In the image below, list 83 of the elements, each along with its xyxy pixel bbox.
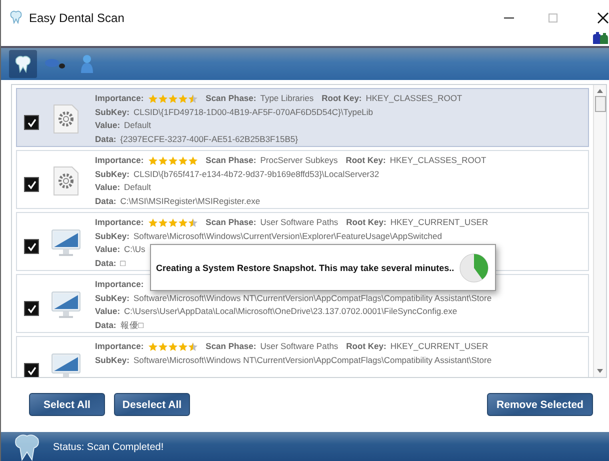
tooth-icon: [13, 54, 33, 74]
scan-phase-value: User Software Paths: [260, 340, 338, 353]
dialog-message: Creating a System Restore Snapshot. This may take several minutes..: [156, 262, 454, 272]
deselect-all-button[interactable]: Deselect All: [114, 393, 190, 416]
scrollbar[interactable]: [593, 85, 606, 377]
subkey-label: SubKey:: [95, 292, 130, 305]
checkbox[interactable]: [24, 301, 39, 316]
root-key-label: Root Key:: [346, 154, 386, 167]
value-label: Value:: [95, 243, 120, 256]
bottles-icon: [591, 31, 609, 45]
window-title: Easy Dental Scan: [29, 11, 124, 25]
subkey-value: CLSID\{b765f417-e134-4b72-9d37-9b169e8ffd53}\LocalServer32: [133, 168, 380, 181]
scan-phase-label: Scan Phase:: [206, 92, 256, 105]
check-icon: [26, 242, 36, 252]
root-key-label: Root Key:: [346, 340, 386, 353]
checkbox[interactable]: [24, 363, 39, 377]
scan-phase-value: ProcServer Subkeys: [260, 154, 338, 167]
importance-label: Importance:: [95, 216, 144, 229]
mouse-icon: [44, 57, 66, 71]
value-text: C:\Us: [124, 243, 146, 256]
checkbox[interactable]: [24, 239, 39, 254]
check-icon: [26, 180, 36, 190]
data-label: Data:: [95, 256, 116, 270]
scroll-up-icon[interactable]: [596, 88, 604, 94]
status-text: Status: Scan Completed!: [53, 442, 164, 452]
monitor-icon: [51, 228, 81, 258]
scan-phase-label: Scan Phase:: [206, 340, 256, 353]
subkey-label: SubKey:: [95, 230, 130, 243]
value-text: C:\Users\User\AppData\Local\Microsoft\OneDrive\23.137.0702.0001\FileSyncConfig.exe: [124, 305, 458, 318]
figure-icon: [79, 54, 95, 74]
check-icon: [26, 118, 36, 128]
importance-label: Importance:: [95, 278, 144, 291]
root-key-value: HKEY_CLASSES_ROOT: [390, 154, 486, 167]
subkey-value: Software\Microsoft\Windows\CurrentVersion\Explorer\FeatureUsage\AppSwitched: [133, 230, 442, 243]
value-text: Default: [124, 181, 151, 194]
gear-icon: [52, 166, 80, 196]
result-row[interactable]: Importance: Scan Phase: ProcServer Subkeys Root Key: HKEY_CLASSES_ROOT SubKey: CLSID\{b765f417-e134-4b72-9d37-9b169e8ffd53}\LocalServer32 Value: Default Data: C:\MSI\MSIRegister\MSIRegister.exe: [16, 150, 589, 209]
importance-label: Importance:: [95, 154, 144, 167]
subkey-label: SubKey:: [95, 106, 130, 119]
tooth-icon: [13, 432, 41, 461]
toolbar-tab[interactable]: [9, 50, 37, 78]
data-label: Data:: [95, 318, 116, 332]
result-row[interactable]: Importance: Scan Phase: Type Libraries Root Key: HKEY_CLASSES_ROOT SubKey: CLSID\{1FD49718-1D00-4B19-AF5F-070AF6D5D54C}\TypeLib Value: Default Data: {2397ECFE-3237-400F-AE51-62B25B3F15B5}: [16, 88, 589, 147]
importance-label: Importance:: [95, 340, 144, 353]
checkbox[interactable]: [24, 177, 39, 192]
scroll-thumb[interactable]: [594, 96, 606, 112]
value-label: Value:: [95, 181, 120, 194]
close-icon[interactable]: [597, 12, 609, 24]
data-value: {2397ECFE-3237-400F-AE51-62B25B3F15B5}: [120, 132, 298, 146]
tooth-icon: [9, 10, 23, 24]
monitor-icon: [51, 290, 81, 320]
root-key-value: HKEY_CLASSES_ROOT: [366, 92, 462, 105]
data-label: Data:: [95, 194, 116, 208]
data-value: C:\MSI\MSIRegister\MSIRegister.exe: [120, 194, 260, 208]
root-key-label: Root Key:: [322, 92, 362, 105]
importance-label: Importance:: [95, 92, 144, 105]
data-label: Data:: [95, 132, 116, 146]
scan-phase-value: Type Libraries: [260, 92, 314, 105]
root-key-value: HKEY_CURRENT_USER: [390, 340, 488, 353]
root-key-value: HKEY_CURRENT_USER: [390, 216, 488, 229]
result-row[interactable]: Importance: Scan Phase: User Software Paths Root Key: HKEY_CURRENT_USER SubKey: Software\Microsoft\Windows NT\CurrentVersion\AppCompatFlags\Compatibility Assistant\Store: [16, 336, 589, 377]
subkey-value: CLSID\{1FD49718-1D00-4B19-AF5F-070AF6D5D54C}\TypeLib: [133, 106, 374, 119]
value-label: Value:: [95, 119, 120, 132]
checkbox[interactable]: [24, 115, 39, 130]
scan-phase-value: User Software Paths: [260, 216, 338, 229]
data-value: □: [120, 256, 126, 270]
root-key-label: Root Key:: [346, 216, 386, 229]
subkey-label: SubKey:: [95, 168, 130, 181]
select-all-button[interactable]: Select All: [29, 393, 105, 416]
value-text: Default: [124, 119, 151, 132]
scroll-down-icon[interactable]: [596, 368, 604, 374]
scan-phase-label: Scan Phase:: [206, 216, 256, 229]
subkey-label: SubKey:: [95, 354, 130, 367]
subkey-value: Software\Microsoft\Windows NT\CurrentVersion\AppCompatFlags\Compatibility Assistant\Store: [133, 354, 492, 367]
check-icon: [26, 304, 36, 314]
gear-icon: [52, 104, 80, 134]
subkey-value: Software\Microsoft\Windows NT\CurrentVersion\AppCompatFlags\Compatibility Assistant\Store: [133, 292, 492, 305]
scan-phase-label: Scan Phase:: [206, 154, 256, 167]
data-value: 報優□: [120, 318, 144, 332]
check-icon: [26, 366, 36, 376]
value-label: Value:: [95, 305, 120, 318]
progress-pie: [459, 252, 489, 282]
remove-selected-button[interactable]: Remove Selected: [487, 393, 593, 416]
